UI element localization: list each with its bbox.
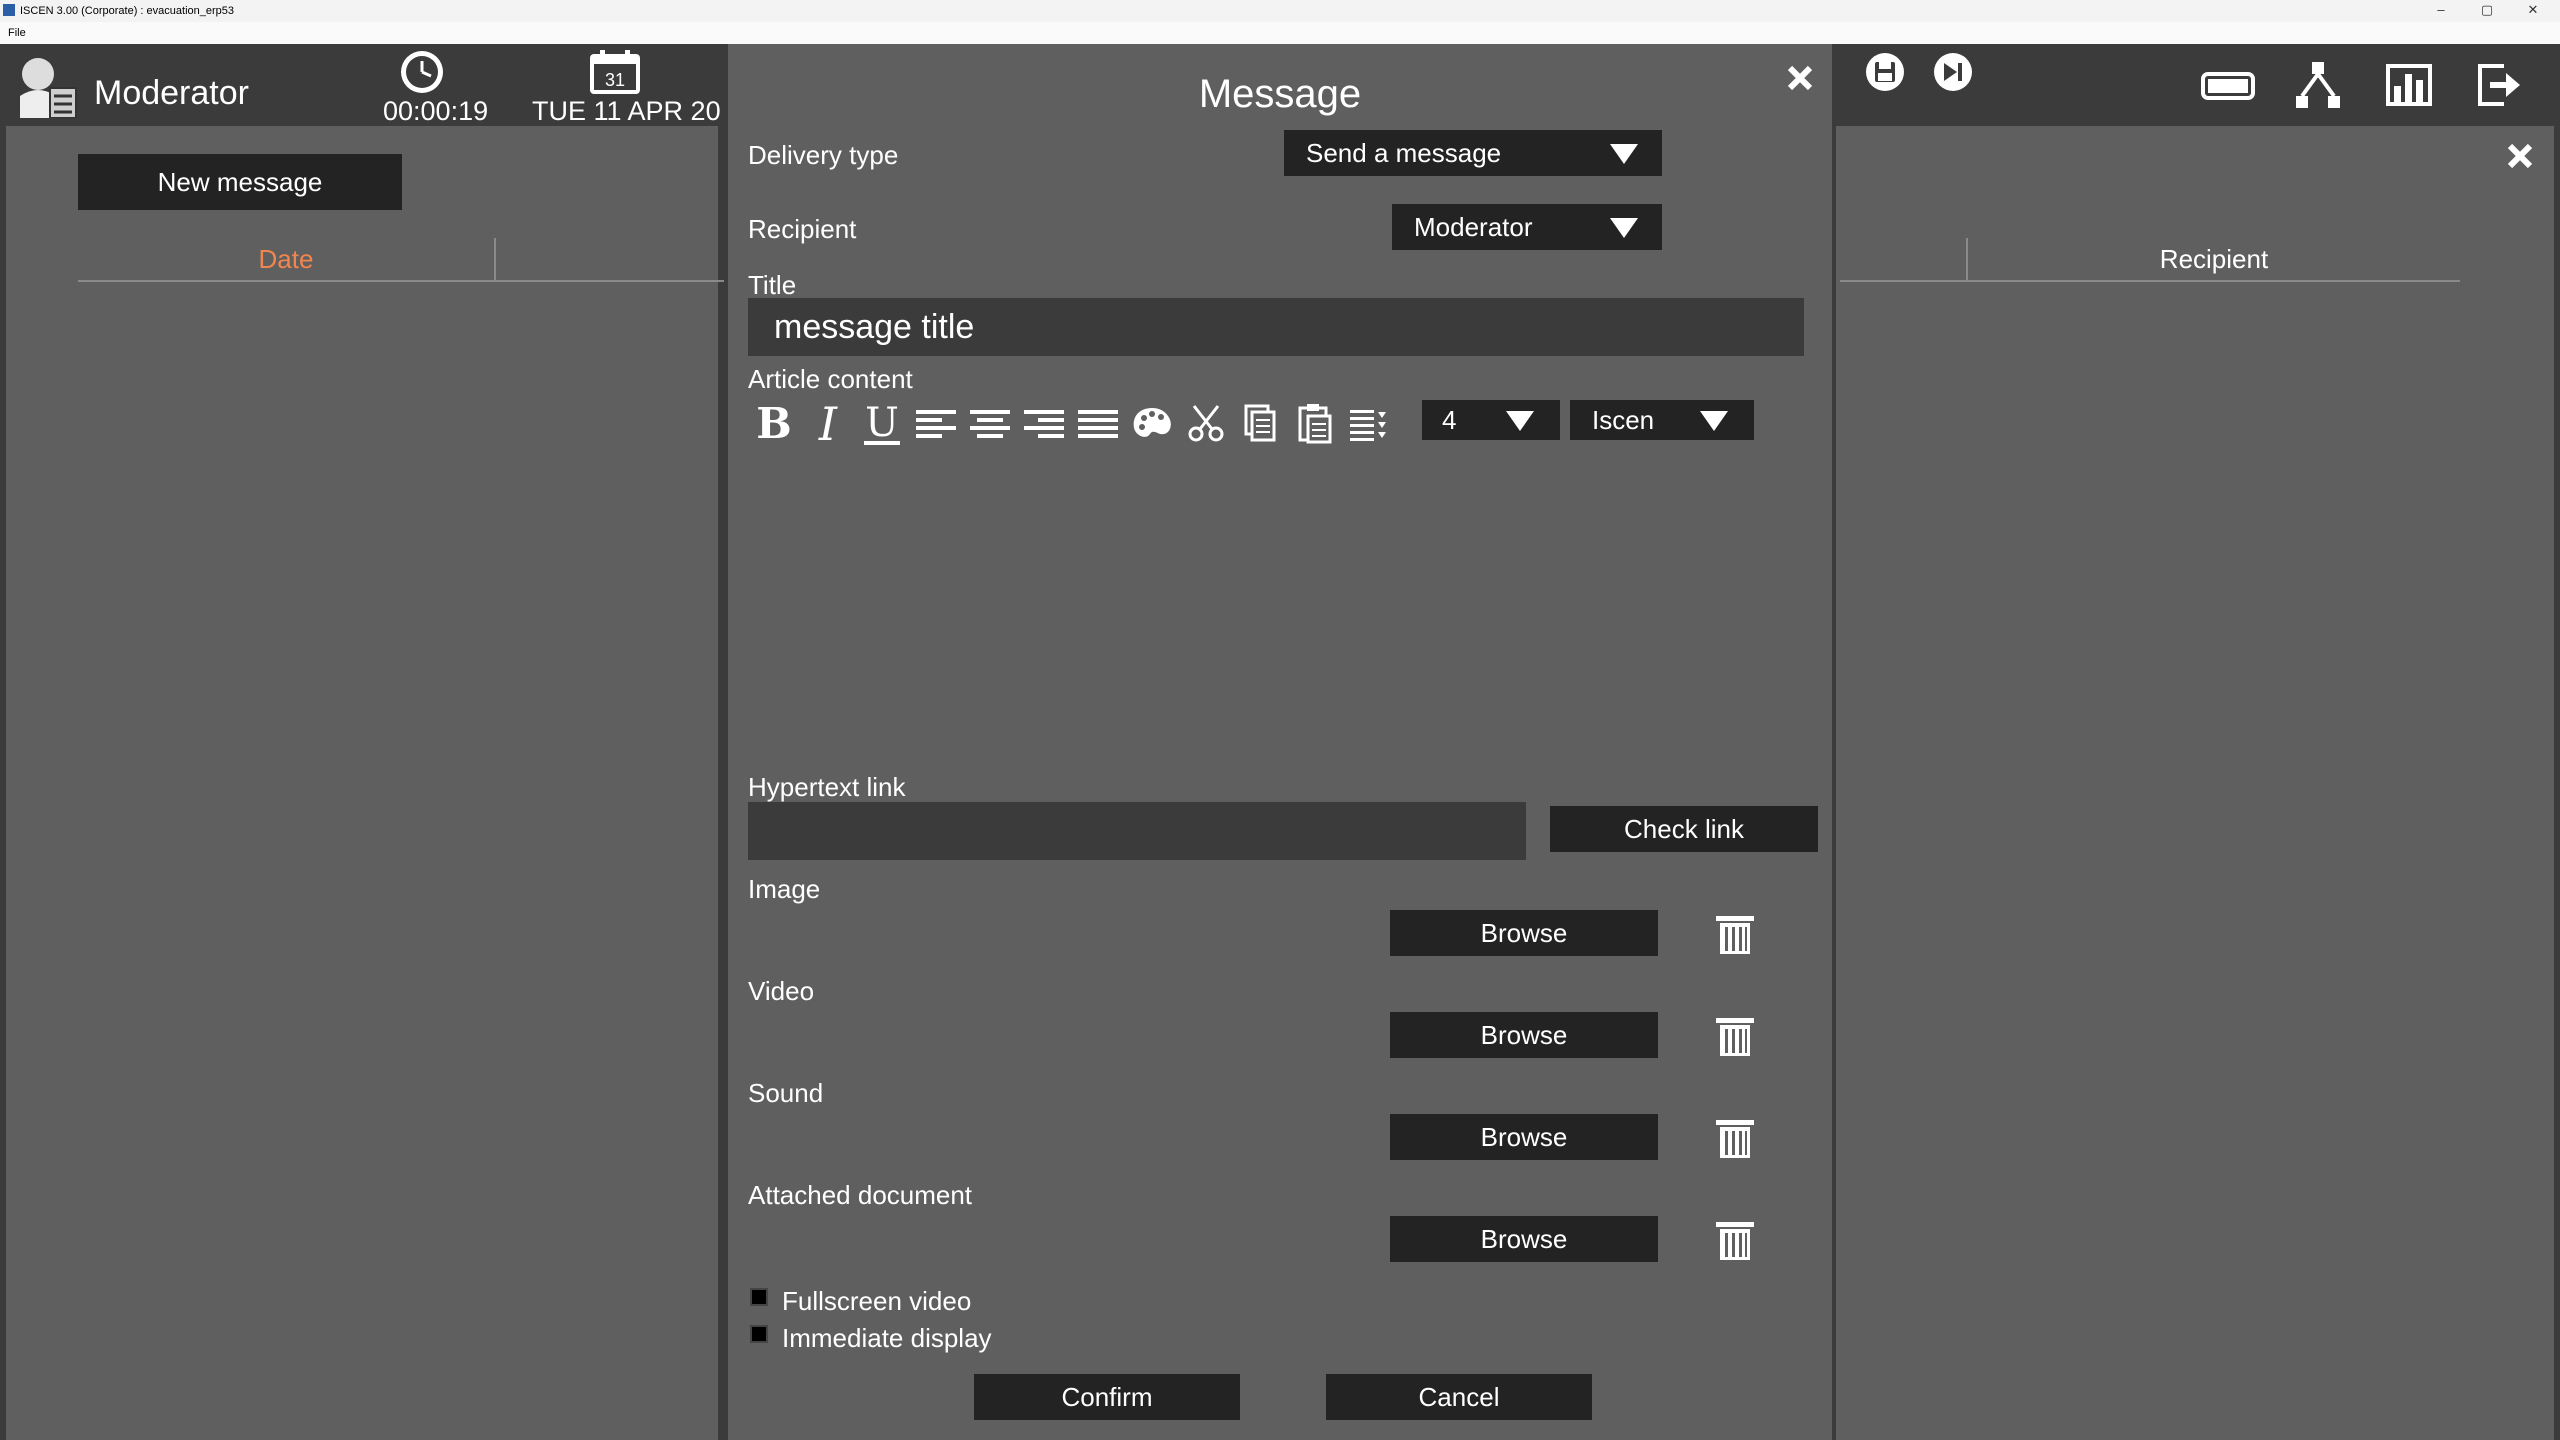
copy-icon[interactable] [1238,398,1282,448]
dialog-title: Message [1198,72,1362,116]
menubar: File [0,22,2560,44]
display-screen-icon[interactable] [2200,68,2256,104]
minimize-button[interactable]: – [2426,2,2456,20]
list-format-icon[interactable] [1346,398,1390,448]
fullscreen-video-checkbox[interactable] [750,1288,768,1306]
date-column-header[interactable]: Date [78,238,496,282]
font-size-dropdown[interactable]: 4 [1422,400,1560,440]
calendar-icon: 31 [590,50,640,94]
browse-video-button[interactable]: Browse [1390,1012,1658,1058]
close-window-button[interactable]: ✕ [2518,2,2548,20]
article-content-label: Article content [748,364,913,394]
message-dialog: Message Delivery type Send a message Rec… [724,44,1836,1440]
chevron-down-icon [1610,218,1638,238]
immediate-display-checkbox[interactable] [750,1325,768,1343]
justify-icon[interactable] [1076,398,1120,448]
hyperlink-input[interactable] [748,802,1526,860]
confirm-button[interactable]: Confirm [974,1374,1240,1420]
font-size-value: 4 [1442,404,1457,435]
align-right-icon[interactable] [1022,398,1066,448]
delivery-type-value: Send a message [1306,137,1502,168]
font-family-dropdown[interactable]: Iscen [1570,400,1754,440]
window-titlebar: ISCEN 3.00 (Corporate) : evacuation_erp5… [0,0,2560,22]
close-icon[interactable] [1784,62,1816,94]
immediate-display-label: Immediate display [782,1323,992,1353]
svg-text:B: B [756,399,792,448]
statistics-chart-icon[interactable] [2384,62,2434,108]
browse-image-button[interactable]: Browse [1390,910,1658,956]
font-family-value: Iscen [1592,404,1655,435]
moderator-avatar-icon [20,58,77,118]
paste-icon[interactable] [1292,398,1336,448]
fullscreen-video-label: Fullscreen video [782,1286,972,1316]
role-label: Moderator [94,74,249,112]
cancel-button[interactable]: Cancel [1326,1374,1592,1420]
column-divider [1840,280,1966,282]
calendar-day: 31 [605,70,625,90]
maximize-button[interactable]: ▢ [2472,2,2502,20]
recipient-panel: Recipient [1836,126,2560,1440]
skip-forward-icon[interactable] [1930,52,1976,92]
cut-scissors-icon[interactable] [1184,398,1228,448]
menu-file[interactable]: File [8,27,26,39]
recipient-label: Recipient [748,214,857,244]
video-label: Video [748,976,815,1006]
trash-icon[interactable] [1714,1014,1756,1058]
recipient-value: Moderator [1414,211,1533,242]
attached-document-label: Attached document [748,1180,973,1210]
save-icon[interactable] [1862,52,1908,92]
color-palette-icon[interactable] [1130,398,1174,448]
recipient-dropdown[interactable]: Moderator [1392,204,1662,250]
new-message-button[interactable]: New message [78,154,402,210]
svg-text:U: U [865,400,899,446]
italic-icon[interactable]: I [806,398,850,448]
svg-text:I: I [818,398,838,448]
title-label: Title [748,270,797,300]
window-title: ISCEN 3.00 (Corporate) : evacuation_erp5… [20,5,235,17]
network-diagram-icon[interactable] [2292,60,2344,110]
title-input[interactable]: message title [748,298,1804,356]
trash-icon[interactable] [1714,1116,1756,1160]
delivery-type-label: Delivery type [748,140,899,170]
check-link-button[interactable]: Check link [1550,806,1818,852]
image-label: Image [748,874,821,904]
align-center-icon[interactable] [968,398,1012,448]
delivery-type-dropdown[interactable]: Send a message [1284,130,1662,176]
chevron-down-icon [1700,411,1728,431]
trash-icon[interactable] [1714,1218,1756,1262]
chevron-down-icon [1610,144,1638,164]
session-timer: 00:00:19 [383,96,489,126]
current-date: TUE 11 APR 20 [532,96,721,126]
messages-list-panel: New message Date [0,126,726,1440]
bold-icon[interactable]: B [752,398,796,448]
sound-label: Sound [748,1078,824,1108]
logout-icon[interactable] [2474,60,2524,110]
underline-icon[interactable]: U [860,398,904,448]
browse-sound-button[interactable]: Browse [1390,1114,1658,1160]
app-icon [3,4,15,16]
clock-icon [401,51,443,93]
browse-document-button[interactable]: Browse [1390,1216,1658,1262]
recipient-column-header[interactable]: Recipient [1966,238,2460,282]
article-content-editor[interactable] [748,458,1804,788]
chevron-down-icon [1506,411,1534,431]
align-left-icon[interactable] [914,398,958,448]
column-divider [496,280,726,282]
trash-icon[interactable] [1714,912,1756,956]
close-icon[interactable] [2504,140,2536,172]
hyperlink-label: Hypertext link [748,772,906,802]
